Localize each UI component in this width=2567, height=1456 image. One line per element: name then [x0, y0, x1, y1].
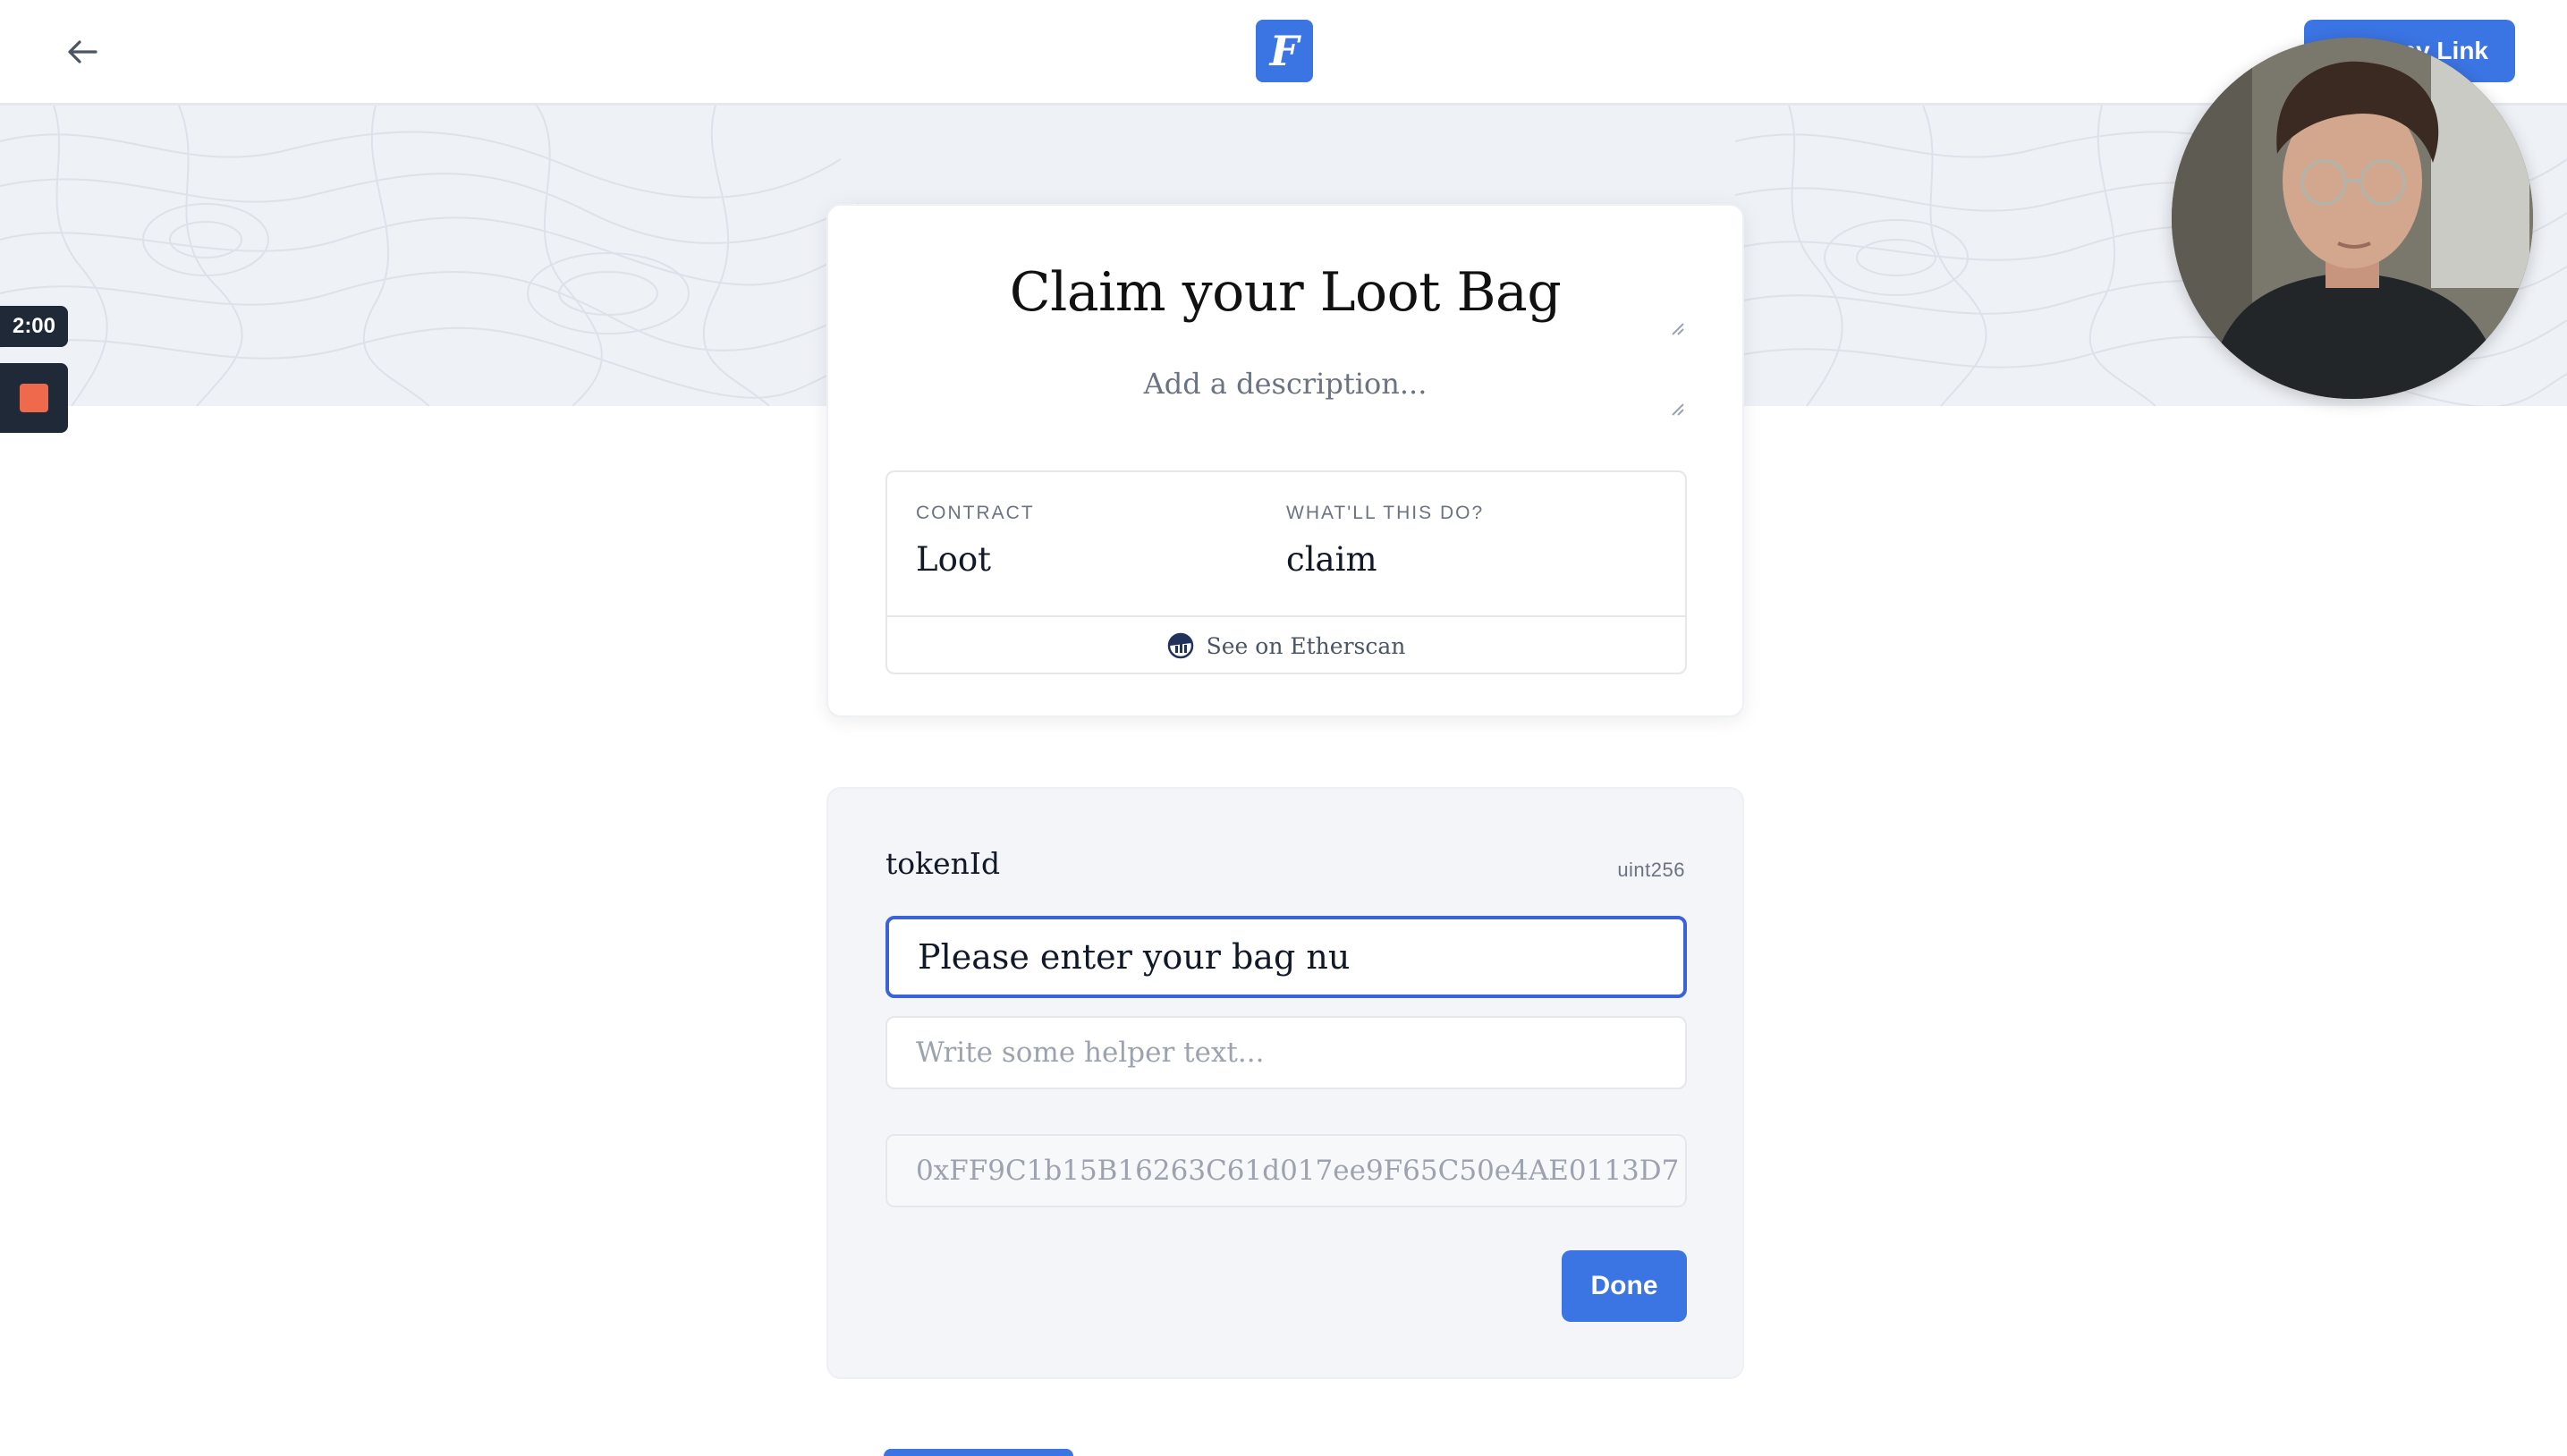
placeholder-input[interactable] [889, 919, 1683, 995]
next-section-button[interactable] [884, 1449, 1073, 1456]
done-label: Done [1590, 1271, 1658, 1300]
recording-timer: 2:00 [0, 306, 68, 347]
stop-recording-button[interactable] [0, 363, 68, 433]
form-description[interactable]: Add a description... [828, 367, 1742, 401]
action-value: claim [1286, 540, 1377, 579]
helper-text-field[interactable] [885, 1016, 1687, 1089]
app-logo[interactable]: F [1256, 20, 1313, 82]
etherscan-link[interactable]: See on Etherscan [887, 617, 1685, 674]
contract-address: 0xFF9C1b15B16263C61d017ee9F65C50e4AE0113… [916, 1155, 1680, 1187]
contract-info-box: CONTRACT Loot WHAT'LL THIS DO? claim See… [885, 470, 1687, 674]
logo-letter: F [1269, 27, 1300, 75]
back-button[interactable] [61, 32, 104, 72]
contract-label: CONTRACT [916, 503, 1035, 523]
form-title[interactable]: Claim your Loot Bag [828, 261, 1742, 324]
action-column: WHAT'LL THIS DO? claim [1286, 503, 1484, 579]
done-button[interactable]: Done [1562, 1250, 1687, 1322]
contract-column: CONTRACT Loot [916, 503, 1035, 579]
parameter-card: tokenId uint256 0xFF9C1b15B16263C61d017e… [826, 787, 1744, 1379]
etherscan-icon [1167, 632, 1193, 659]
contract-value: Loot [916, 540, 991, 579]
arrow-left-icon [68, 40, 97, 63]
top-bar: F Copy Link [0, 0, 2567, 106]
stop-square-icon [20, 384, 48, 412]
etherscan-label: See on Etherscan [1206, 632, 1406, 659]
placeholder-field[interactable] [885, 916, 1687, 998]
form-header-card: Claim your Loot Bag Add a description...… [826, 204, 1744, 717]
parameter-type: uint256 [1617, 859, 1685, 881]
parameter-name: tokenId [885, 846, 1001, 881]
action-label: WHAT'LL THIS DO? [1286, 503, 1485, 523]
title-resize-icon[interactable] [1669, 320, 1685, 336]
contract-address-field: 0xFF9C1b15B16263C61d017ee9F65C50e4AE0113… [885, 1134, 1687, 1207]
webcam-overlay [2172, 38, 2533, 399]
timer-text: 2:00 [12, 314, 56, 338]
webcam-person-image [2172, 38, 2533, 399]
helper-text-input[interactable] [887, 1018, 1685, 1088]
description-resize-icon[interactable] [1669, 401, 1685, 417]
